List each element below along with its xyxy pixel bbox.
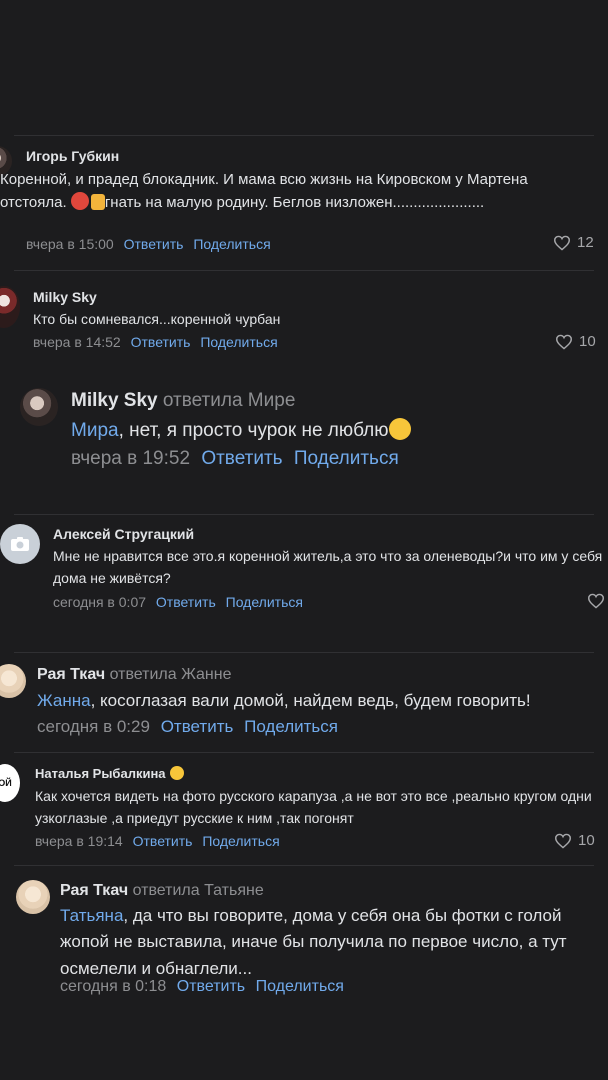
heart-icon	[555, 334, 573, 350]
divider	[14, 270, 594, 271]
comment-author: Наталья Рыбалкина	[35, 766, 184, 781]
comment-time: вчера в 15:00	[26, 236, 114, 252]
divider	[14, 514, 594, 515]
like-count: 10	[579, 333, 596, 350]
comment-author: Рая Ткач ответила Татьяне	[60, 882, 264, 900]
camera-icon	[11, 537, 29, 551]
author-name[interactable]: Наталья Рыбалкина	[35, 766, 166, 781]
comment-text: Как хочется видеть на фото русского кара…	[35, 788, 592, 826]
comment-meta: сегодня в 0:18 Ответить Поделиться	[60, 978, 344, 996]
comment-author: Рая Ткач ответила Жанне	[37, 666, 232, 684]
reply-to-label: ответила Мире	[162, 390, 296, 411]
avatar[interactable]	[20, 388, 58, 426]
author-name[interactable]: Рая Ткач	[60, 882, 128, 899]
comment-author[interactable]: Алексей Стругацкий	[53, 526, 194, 542]
comment-text-part: , да что вы говорите, дома у себя она бы…	[60, 906, 567, 978]
heart-icon	[587, 593, 605, 609]
like-button[interactable]: 12	[553, 234, 594, 251]
comment-text-part: , косоглазая вали домой, найдем ведь, бу…	[90, 691, 531, 710]
reply-to-label: ответила Татьяне	[132, 882, 264, 899]
comment-time: вчера в 14:52	[33, 334, 121, 350]
avatar[interactable]: ОЙ	[0, 764, 20, 802]
heart-icon	[553, 235, 571, 251]
share-button[interactable]: Поделиться	[193, 236, 270, 252]
comment-meta: вчера в 15:00 Ответить Поделиться	[26, 236, 271, 252]
comment-meta: вчера в 19:52 Ответить Поделиться	[71, 448, 399, 470]
share-button[interactable]: Поделиться	[202, 833, 279, 849]
comment-text: Жанна, косоглазая вали домой, найдем вед…	[37, 688, 607, 714]
share-button[interactable]: Поделиться	[294, 448, 399, 469]
share-button[interactable]: Поделиться	[244, 717, 338, 736]
avatar-logo-text: ОЙ	[0, 777, 12, 788]
comment-time: сегодня в 0:29	[37, 717, 150, 736]
comment-time: вчера в 19:14	[35, 833, 123, 849]
reply-button[interactable]: Ответить	[161, 717, 234, 736]
like-count: 12	[577, 234, 594, 251]
like-count: 10	[578, 832, 595, 849]
mention-link[interactable]: Жанна	[37, 691, 91, 710]
author-name[interactable]: Milky Sky	[71, 390, 158, 411]
mention-link[interactable]: Мира	[71, 420, 119, 441]
share-button[interactable]: Поделиться	[200, 334, 277, 350]
author-name[interactable]: Рая Ткач	[37, 666, 105, 683]
avatar[interactable]	[16, 880, 50, 914]
comment-author: Milky Sky ответила Мире	[71, 390, 295, 412]
heart-icon	[554, 833, 572, 849]
angry-face-icon	[70, 192, 89, 211]
divider	[14, 865, 594, 866]
reply-button[interactable]: Ответить	[131, 334, 191, 350]
comment-author[interactable]: Milky Sky	[33, 289, 97, 305]
reply-button[interactable]: Ответить	[201, 448, 282, 469]
comment-meta: вчера в 19:14 Ответить Поделиться	[35, 833, 280, 849]
comment-time: сегодня в 0:18	[60, 978, 167, 995]
like-button[interactable]: 10	[554, 832, 595, 849]
divider	[14, 652, 594, 653]
like-button[interactable]	[587, 593, 605, 609]
reply-button[interactable]: Ответить	[133, 833, 193, 849]
like-button[interactable]: 10	[555, 333, 596, 350]
share-button[interactable]: Поделиться	[256, 978, 344, 995]
avatar[interactable]	[0, 664, 26, 698]
reply-to-label: ответила Жанне	[109, 666, 232, 683]
comment-text: Татьяна, да что вы говорите, дома у себя…	[60, 903, 606, 982]
thumbs-down-icon	[90, 194, 105, 211]
reply-button[interactable]: Ответить	[156, 594, 216, 610]
comment-meta: вчера в 14:52 Ответить Поделиться	[33, 334, 278, 350]
comment-author[interactable]: Игорь Губкин	[26, 148, 119, 164]
comment-text: Мне не нравится все это.я коренной жител…	[53, 548, 603, 586]
mention-link[interactable]: Татьяна	[60, 906, 123, 925]
rolling-laughing-icon	[388, 418, 411, 440]
reply-button[interactable]: Ответить	[177, 978, 245, 995]
comment-text-part: , нет, я просто чурок не люблю	[118, 420, 389, 441]
divider	[14, 135, 594, 136]
share-button[interactable]: Поделиться	[226, 594, 303, 610]
comment-text: Мира, нет, я просто чурок не люблю	[71, 416, 591, 445]
comment-time: сегодня в 0:07	[53, 594, 147, 610]
comment-text: Кто бы сомневался...коренной чурбан	[33, 311, 281, 327]
comment-meta: сегодня в 0:29 Ответить Поделиться	[37, 717, 338, 737]
comment-text-part: гнать на малую родину. Беглов низложен..…	[104, 194, 485, 212]
comment-time: вчера в 19:52	[71, 448, 191, 469]
smiling-face-icon	[169, 766, 184, 780]
comment-text: Коренной, и прадед блокадник. И мама всю…	[0, 168, 560, 215]
divider	[14, 752, 594, 753]
comment-meta: сегодня в 0:07 Ответить Поделиться	[53, 594, 303, 610]
reply-button[interactable]: Ответить	[124, 236, 184, 252]
avatar[interactable]	[0, 524, 40, 564]
avatar[interactable]	[0, 286, 20, 328]
